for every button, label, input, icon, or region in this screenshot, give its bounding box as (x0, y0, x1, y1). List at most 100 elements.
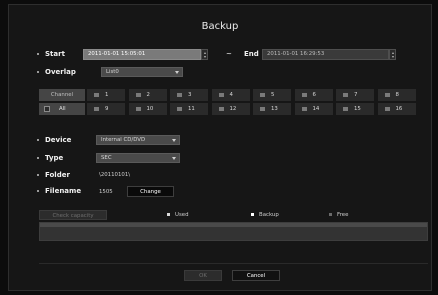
dialog-title: Backup (201, 21, 239, 32)
channel-label: 7 (354, 92, 358, 98)
channel-header: Channel (39, 89, 85, 101)
channel-label: 10 (146, 106, 154, 112)
ok-button[interactable]: OK (184, 270, 222, 281)
legend-used: Used (167, 212, 189, 218)
channel-checkbox-15[interactable]: 15 (336, 103, 374, 115)
channel-label: 14 (312, 106, 320, 112)
checkbox-icon (260, 93, 265, 97)
checkbox-icon (218, 107, 224, 111)
channel-checkbox-8[interactable]: 8 (377, 89, 416, 101)
checkbox-icon (218, 93, 224, 97)
checkbox-icon (135, 107, 141, 111)
chevron-down-icon (175, 71, 179, 74)
channel-label: 11 (188, 106, 195, 112)
checkbox-icon (94, 93, 99, 97)
legend-backup-label: Backup (259, 212, 279, 218)
end-datetime-field[interactable]: 2011-01-01 16:29:53 (262, 49, 389, 60)
channel-label: 8 (395, 92, 399, 98)
channel-label: 3 (188, 92, 192, 98)
chevron-down-icon (172, 139, 176, 142)
filename-label: Filename (45, 187, 82, 195)
channel-label: 16 (395, 106, 403, 112)
channel-grid: Channel All 1 2 3 4 5 6 7 8 9 10 11 12 13 14 15 16 (39, 89, 418, 117)
type-value: SEC (101, 155, 112, 161)
channel-label: 9 (105, 106, 109, 112)
checkbox-icon (177, 93, 182, 97)
backup-dialog: Backup Start 2011-01-01 15:05:01 ~ End 2… (8, 4, 432, 291)
checkbox-icon (94, 107, 99, 111)
change-button[interactable]: Change (127, 186, 174, 197)
legend-free: Free (329, 212, 348, 218)
checkbox-icon (44, 106, 50, 112)
channel-checkbox-12[interactable]: 12 (211, 103, 250, 115)
channel-checkbox-14[interactable]: 14 (294, 103, 333, 115)
folder-value: \20110101\ (99, 172, 131, 178)
checkbox-icon (135, 93, 141, 97)
filename-value: 1505 (99, 189, 113, 195)
divider (39, 263, 428, 264)
type-label: Type (45, 154, 64, 162)
device-dropdown[interactable]: Internal CD/DVD (96, 135, 180, 145)
start-spinner[interactable] (201, 49, 208, 60)
channel-checkbox-4[interactable]: 4 (211, 89, 250, 101)
channel-label: 12 (229, 106, 237, 112)
channel-label: 6 (312, 92, 316, 98)
channel-checkbox-5[interactable]: 5 (253, 89, 291, 101)
used-swatch (167, 213, 170, 216)
check-capacity-button[interactable]: Check capacity (39, 210, 107, 220)
channel-checkbox-1[interactable]: 1 (87, 89, 125, 101)
channel-all-checkbox[interactable]: All (39, 103, 85, 115)
device-bullet (37, 139, 39, 141)
channel-checkbox-2[interactable]: 2 (128, 89, 167, 101)
channel-checkbox-7[interactable]: 7 (336, 89, 374, 101)
device-label: Device (45, 136, 72, 144)
channel-checkbox-13[interactable]: 13 (253, 103, 291, 115)
folder-label: Folder (45, 171, 70, 179)
channel-label: 2 (146, 92, 150, 98)
channel-checkbox-3[interactable]: 3 (170, 89, 208, 101)
start-label: Start (45, 50, 65, 58)
end-label: End (244, 50, 259, 58)
checkbox-icon (343, 93, 348, 97)
legend-free-label: Free (337, 212, 349, 218)
folder-bullet (37, 174, 39, 176)
checkbox-icon (384, 93, 390, 97)
start-datetime-field[interactable]: 2011-01-01 15:05:01 (83, 49, 201, 60)
overlap-label: Overlap (45, 68, 76, 76)
channel-label: 15 (354, 106, 361, 112)
legend-used-label: Used (175, 212, 189, 218)
channel-checkbox-6[interactable]: 6 (294, 89, 333, 101)
overlap-bullet (37, 71, 39, 73)
channel-label: 13 (271, 106, 278, 112)
overlap-dropdown[interactable]: List0 (101, 67, 183, 77)
channel-label: 5 (271, 92, 275, 98)
checkbox-icon (177, 107, 182, 111)
channel-label: 4 (229, 92, 233, 98)
chevron-down-icon (172, 157, 176, 160)
end-spinner[interactable] (389, 49, 396, 60)
overlap-value: List0 (106, 69, 119, 75)
free-swatch (329, 213, 332, 216)
channel-all-label: All (59, 106, 66, 112)
capacity-bar (39, 222, 428, 241)
range-separator: ~ (226, 50, 232, 58)
channel-checkbox-9[interactable]: 9 (87, 103, 125, 115)
type-bullet (37, 157, 39, 159)
checkbox-icon (301, 107, 307, 111)
start-bullet (37, 53, 39, 55)
checkbox-icon (343, 107, 348, 111)
channel-checkbox-11[interactable]: 11 (170, 103, 208, 115)
backup-swatch (251, 213, 254, 216)
legend-backup: Backup (251, 212, 279, 218)
checkbox-icon (384, 107, 390, 111)
cancel-button[interactable]: Cancel (232, 270, 280, 281)
checkbox-icon (301, 93, 307, 97)
channel-checkbox-10[interactable]: 10 (128, 103, 167, 115)
filename-bullet (37, 190, 39, 192)
channel-checkbox-16[interactable]: 16 (377, 103, 416, 115)
channel-label: 1 (105, 92, 109, 98)
type-dropdown[interactable]: SEC (96, 153, 180, 163)
checkbox-icon (260, 107, 265, 111)
device-value: Internal CD/DVD (101, 137, 146, 143)
capacity-bar-fill (40, 223, 427, 227)
